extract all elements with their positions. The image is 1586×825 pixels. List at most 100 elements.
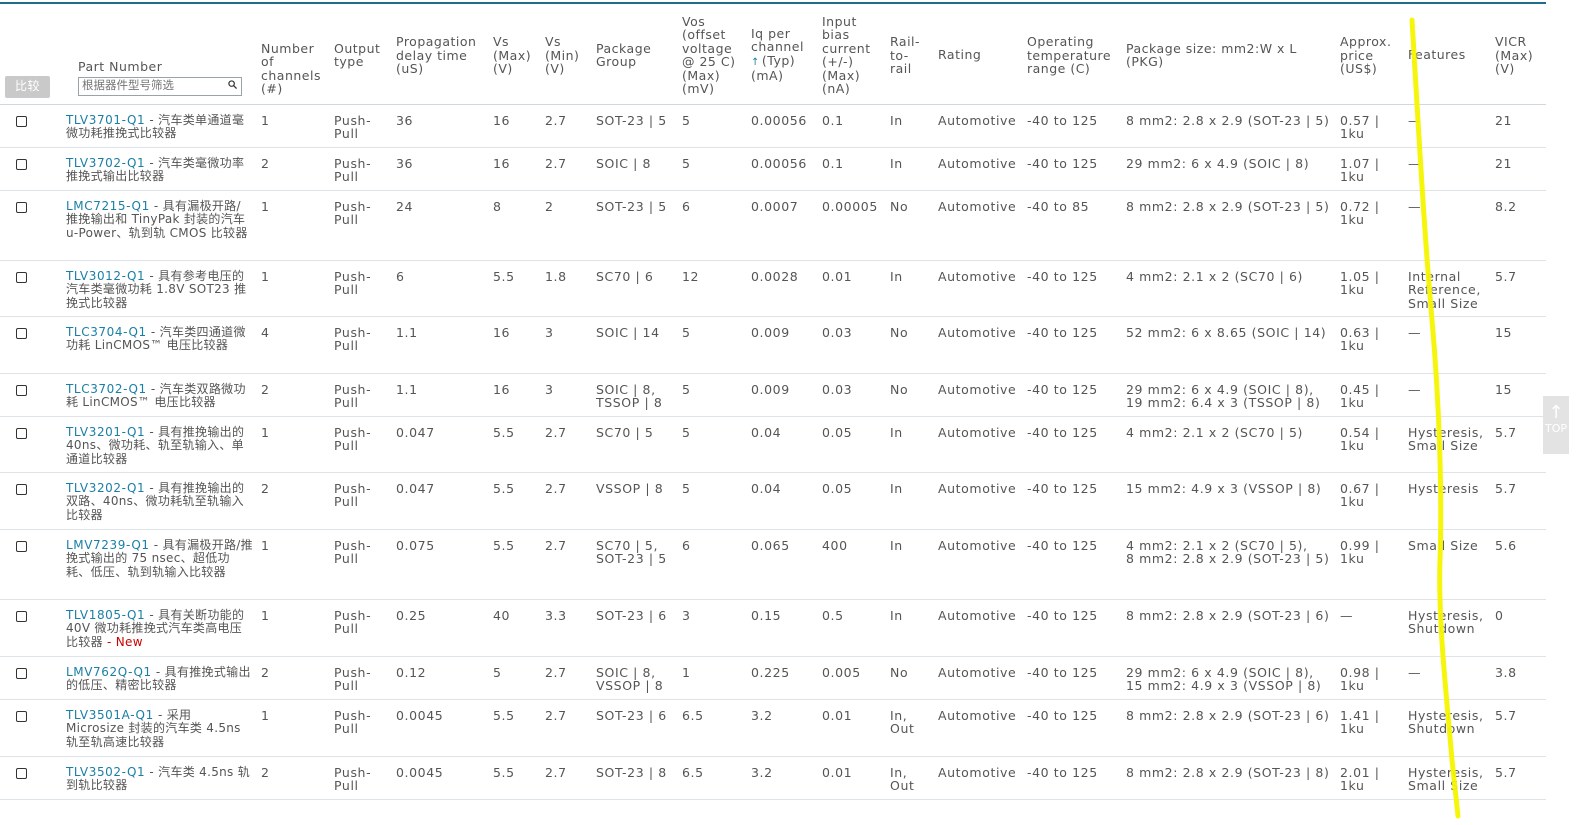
vs-max-cell: 5 xyxy=(491,656,543,700)
rail-to-rail-cell: In, Out xyxy=(888,699,936,757)
part-number-link[interactable]: TLV3701-Q1 xyxy=(66,113,145,127)
channels-header[interactable]: Number of channels (#) xyxy=(259,4,332,104)
prop-delay-cell: 0.0045 xyxy=(394,756,491,800)
part-description-cell: LMC7215-Q1 - 具有漏极开路/推挽输出和 TinyPak 封装的汽车 … xyxy=(64,190,259,261)
compare-checkbox[interactable] xyxy=(16,271,27,283)
temp-range-header[interactable]: Operating temperature range (C) xyxy=(1025,4,1124,104)
compare-checkbox-cell xyxy=(0,656,64,700)
vs-max-cell: 5.5 xyxy=(491,260,543,317)
features-cell: — xyxy=(1406,373,1493,417)
compare-checkbox[interactable] xyxy=(16,540,27,552)
compare-checkbox[interactable] xyxy=(16,115,27,127)
output-type-cell: Push- Pull xyxy=(332,416,394,473)
part-number-link[interactable]: LMV7239-Q1 xyxy=(66,538,150,552)
part-number-link[interactable]: TLV3202-Q1 xyxy=(66,481,145,495)
compare-checkbox[interactable] xyxy=(16,201,27,213)
part-number-link[interactable]: TLV3702-Q1 xyxy=(66,156,145,170)
compare-checkbox[interactable] xyxy=(16,384,27,396)
compare-button[interactable]: 比较 xyxy=(5,76,51,98)
package-size-header[interactable]: Package size: mm2:W x L (PKG) xyxy=(1124,4,1338,104)
compare-checkbox[interactable] xyxy=(16,710,27,722)
vs-max-cell: 16 xyxy=(491,373,543,417)
compare-checkbox[interactable] xyxy=(16,667,27,679)
part-number-link[interactable]: TLV3501A-Q1 xyxy=(66,708,154,722)
prop-delay-header[interactable]: Propagation delay time (uS) xyxy=(394,4,491,104)
table-row: LMC7215-Q1 - 具有漏极开路/推挽输出和 TinyPak 封装的汽车 … xyxy=(0,190,1546,261)
part-number-link[interactable]: TLV3201-Q1 xyxy=(66,425,145,439)
prop-delay-cell: 6 xyxy=(394,260,491,317)
rail-to-rail-cell: No xyxy=(888,656,936,700)
part-number-header[interactable]: Part Number xyxy=(64,4,259,104)
package-group-header[interactable]: Package Group xyxy=(594,4,680,104)
compare-checkbox[interactable] xyxy=(16,610,27,622)
compare-checkbox-cell xyxy=(0,260,64,317)
vos-cell: 5 xyxy=(680,316,749,374)
compare-checkbox-cell xyxy=(0,529,64,600)
price-cell: 0.54 | 1ku xyxy=(1338,416,1406,473)
rating-cell: Automotive xyxy=(936,756,1025,800)
compare-checkbox-cell xyxy=(0,599,64,657)
price-header[interactable]: Approx. price (US$) xyxy=(1338,4,1406,104)
part-number-link[interactable]: TLV3502-Q1 xyxy=(66,765,145,779)
part-number-link[interactable]: TLV1805-Q1 xyxy=(66,608,145,622)
rating-cell: Automotive xyxy=(936,599,1025,657)
sort-up-arrow-icon[interactable]: ↑ xyxy=(751,57,760,68)
part-number-link[interactable]: LMC7215-Q1 xyxy=(66,199,150,213)
part-number-link[interactable]: LMV762Q-Q1 xyxy=(66,665,152,679)
features-cell: Hysteresis, Small Size xyxy=(1406,756,1493,800)
features-cell: Hysteresis, Shutdown xyxy=(1406,599,1493,657)
part-description-cell: TLV3502-Q1 - 汽车类 4.5ns 轨到轨比较器 xyxy=(64,756,259,800)
part-filter-input[interactable] xyxy=(79,77,222,93)
vs-min-cell: 1.8 xyxy=(543,260,594,317)
rating-cell: Automotive xyxy=(936,656,1025,700)
compare-checkbox[interactable] xyxy=(16,483,27,495)
part-description-cell: TLV3012-Q1 - 具有参考电压的汽车类毫微功耗 1.8V SOT23 推… xyxy=(64,260,259,317)
compare-checkbox-cell xyxy=(0,147,64,191)
table-row: LMV762Q-Q1 - 具有推挽式输出的低压、精密比较器 2 Push- Pull 0… xyxy=(0,656,1546,700)
prop-delay-cell: 0.12 xyxy=(394,656,491,700)
input-bias-header[interactable]: Input bias current (+/-) (Max) (nA) xyxy=(820,4,888,104)
price-cell: — xyxy=(1338,599,1406,657)
search-icon[interactable] xyxy=(228,79,237,89)
package-group-cell: SC70 | 5, SOT-23 | 5 xyxy=(594,529,680,600)
temp-range-cell: -40 to 125 xyxy=(1025,316,1124,374)
vicr-cell: 21 xyxy=(1493,147,1546,191)
part-number-link[interactable]: TLV3012-Q1 xyxy=(66,269,145,283)
rating-header[interactable]: Rating xyxy=(936,4,1025,104)
rail-to-rail-header[interactable]: Rail-to-rail xyxy=(888,4,936,104)
vicr-cell: 5.6 xyxy=(1493,529,1546,600)
features-header[interactable]: Features xyxy=(1406,4,1493,104)
compare-checkbox[interactable] xyxy=(16,427,27,439)
vos-header[interactable]: Vos (offset voltage @ 25 C) (Max) (mV) xyxy=(680,4,749,104)
part-filter-box[interactable] xyxy=(78,76,242,96)
vs-min-header[interactable]: Vs (Min) (V) xyxy=(543,4,594,104)
compare-checkbox[interactable] xyxy=(16,767,27,779)
rail-to-rail-cell: In xyxy=(888,599,936,657)
back-to-top-button[interactable]: ↑ TOP xyxy=(1543,396,1569,454)
compare-checkbox[interactable] xyxy=(16,158,27,170)
part-number-link[interactable]: TLC3702-Q1 xyxy=(66,382,147,396)
vicr-cell: 5.7 xyxy=(1493,416,1546,473)
input-bias-cell: 0.5 xyxy=(820,599,888,657)
table-row: TLV3701-Q1 - 汽车类单通道毫微功耗推挽式比较器 1 Push- Pull 3… xyxy=(0,104,1546,148)
iq-cell: 0.009 xyxy=(749,373,820,417)
vs-max-header[interactable]: Vs (Max) (V) xyxy=(491,4,543,104)
vs-min-cell: 3.3 xyxy=(543,599,594,657)
features-cell: — xyxy=(1406,656,1493,700)
iq-header[interactable]: Iq per channel ↑ (Typ) (mA) xyxy=(749,4,820,104)
prop-delay-cell: 0.25 xyxy=(394,599,491,657)
output-type-header[interactable]: Output type xyxy=(332,4,394,104)
vos-cell: 5 xyxy=(680,104,749,148)
temp-range-cell: -40 to 125 xyxy=(1025,260,1124,317)
rail-to-rail-cell: In xyxy=(888,472,936,530)
channels-cell: 2 xyxy=(259,656,332,700)
rating-cell: Automotive xyxy=(936,373,1025,417)
compare-checkbox-cell xyxy=(0,316,64,374)
vicr-cell: 0 xyxy=(1493,599,1546,657)
table-row: TLC3704-Q1 - 汽车类四通道微功耗 LinCMOS™ 电压比较器 4 Pu… xyxy=(0,316,1546,374)
compare-checkbox[interactable] xyxy=(16,327,27,339)
vicr-header[interactable]: VICR (Max) (V) xyxy=(1493,4,1546,104)
features-cell: Hysteresis, Small Size xyxy=(1406,416,1493,473)
input-bias-cell: 0.1 xyxy=(820,147,888,191)
part-number-link[interactable]: TLC3704-Q1 xyxy=(66,325,147,339)
